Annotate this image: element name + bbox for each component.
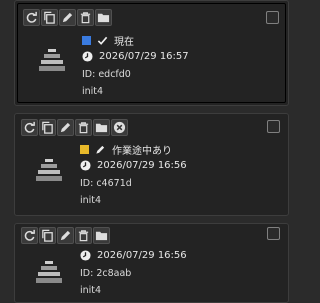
copy-button[interactable] xyxy=(39,119,56,136)
folder-button[interactable] xyxy=(93,119,110,136)
time-row: 2026/07/29 16:56 xyxy=(80,250,187,261)
status-label: 作業途中あり xyxy=(112,146,172,157)
copy-button[interactable] xyxy=(41,9,58,26)
refresh-icon xyxy=(24,229,35,241)
folder-button[interactable] xyxy=(93,227,110,244)
delete-button[interactable] xyxy=(75,119,92,136)
model-thumbnail xyxy=(36,261,62,283)
card-toolbar xyxy=(21,119,128,136)
snapshot-card[interactable]: 現在 2026/07/29 16:57 ID: edcfd0 init4 xyxy=(14,0,289,106)
timestamp: 2026/07/29 16:57 xyxy=(99,51,189,62)
snapshot-id: ID: c4671d xyxy=(80,178,132,189)
copy-button[interactable] xyxy=(39,227,56,244)
delete-button[interactable] xyxy=(77,9,94,26)
status-row: 作業途中あり xyxy=(80,142,172,157)
snapshot-name: init4 xyxy=(80,285,102,296)
time-row: 2026/07/29 16:56 xyxy=(80,160,187,171)
status-label: 現在 xyxy=(114,37,134,48)
card-toolbar xyxy=(21,227,110,244)
model-thumbnail xyxy=(36,159,62,181)
status-row: 現在 xyxy=(82,33,134,48)
select-checkbox[interactable] xyxy=(266,11,279,24)
refresh-icon xyxy=(24,121,35,133)
snapshot-card[interactable]: 2026/07/29 16:56 ID: 2c8aab init4 xyxy=(14,223,289,303)
edit-button[interactable] xyxy=(59,9,76,26)
edit-icon xyxy=(60,122,71,133)
clock-icon xyxy=(80,160,91,171)
snapshot-name: init4 xyxy=(82,86,104,97)
select-checkbox[interactable] xyxy=(267,227,280,240)
folder-button[interactable] xyxy=(95,9,112,26)
snapshot-card[interactable]: 作業途中あり 2026/07/29 16:56 ID: c4671d init4 xyxy=(14,113,289,216)
refresh-icon xyxy=(26,11,37,23)
snapshot-name: init4 xyxy=(80,195,102,206)
refresh-button[interactable] xyxy=(21,119,38,136)
folder-icon xyxy=(95,123,108,133)
refresh-button[interactable] xyxy=(21,227,38,244)
select-checkbox[interactable] xyxy=(267,120,280,133)
copy-icon xyxy=(42,121,53,134)
timestamp: 2026/07/29 16:56 xyxy=(97,160,187,171)
model-thumbnail xyxy=(39,49,65,71)
trash-icon xyxy=(78,122,89,134)
card-toolbar xyxy=(23,9,112,26)
copy-icon xyxy=(42,229,53,242)
edit-icon xyxy=(60,230,71,241)
edit-icon xyxy=(62,12,73,23)
close-button[interactable] xyxy=(111,119,128,136)
clock-icon xyxy=(82,51,93,62)
checkmark-icon xyxy=(97,36,108,45)
edit-button[interactable] xyxy=(57,227,74,244)
folder-icon xyxy=(97,13,110,23)
snapshot-id: ID: edcfd0 xyxy=(82,69,131,80)
trash-icon xyxy=(78,230,89,242)
clock-icon xyxy=(80,250,91,261)
pencil-icon xyxy=(96,145,105,154)
trash-icon xyxy=(80,12,91,24)
status-color-square xyxy=(80,145,89,154)
timestamp: 2026/07/29 16:56 xyxy=(97,250,187,261)
close-circle-icon xyxy=(113,121,126,134)
snapshot-id: ID: 2c8aab xyxy=(80,268,132,279)
time-row: 2026/07/29 16:57 xyxy=(82,51,189,62)
status-color-square xyxy=(82,36,91,45)
refresh-button[interactable] xyxy=(23,9,40,26)
copy-icon xyxy=(44,11,55,24)
edit-button[interactable] xyxy=(57,119,74,136)
folder-icon xyxy=(95,231,108,241)
delete-button[interactable] xyxy=(75,227,92,244)
